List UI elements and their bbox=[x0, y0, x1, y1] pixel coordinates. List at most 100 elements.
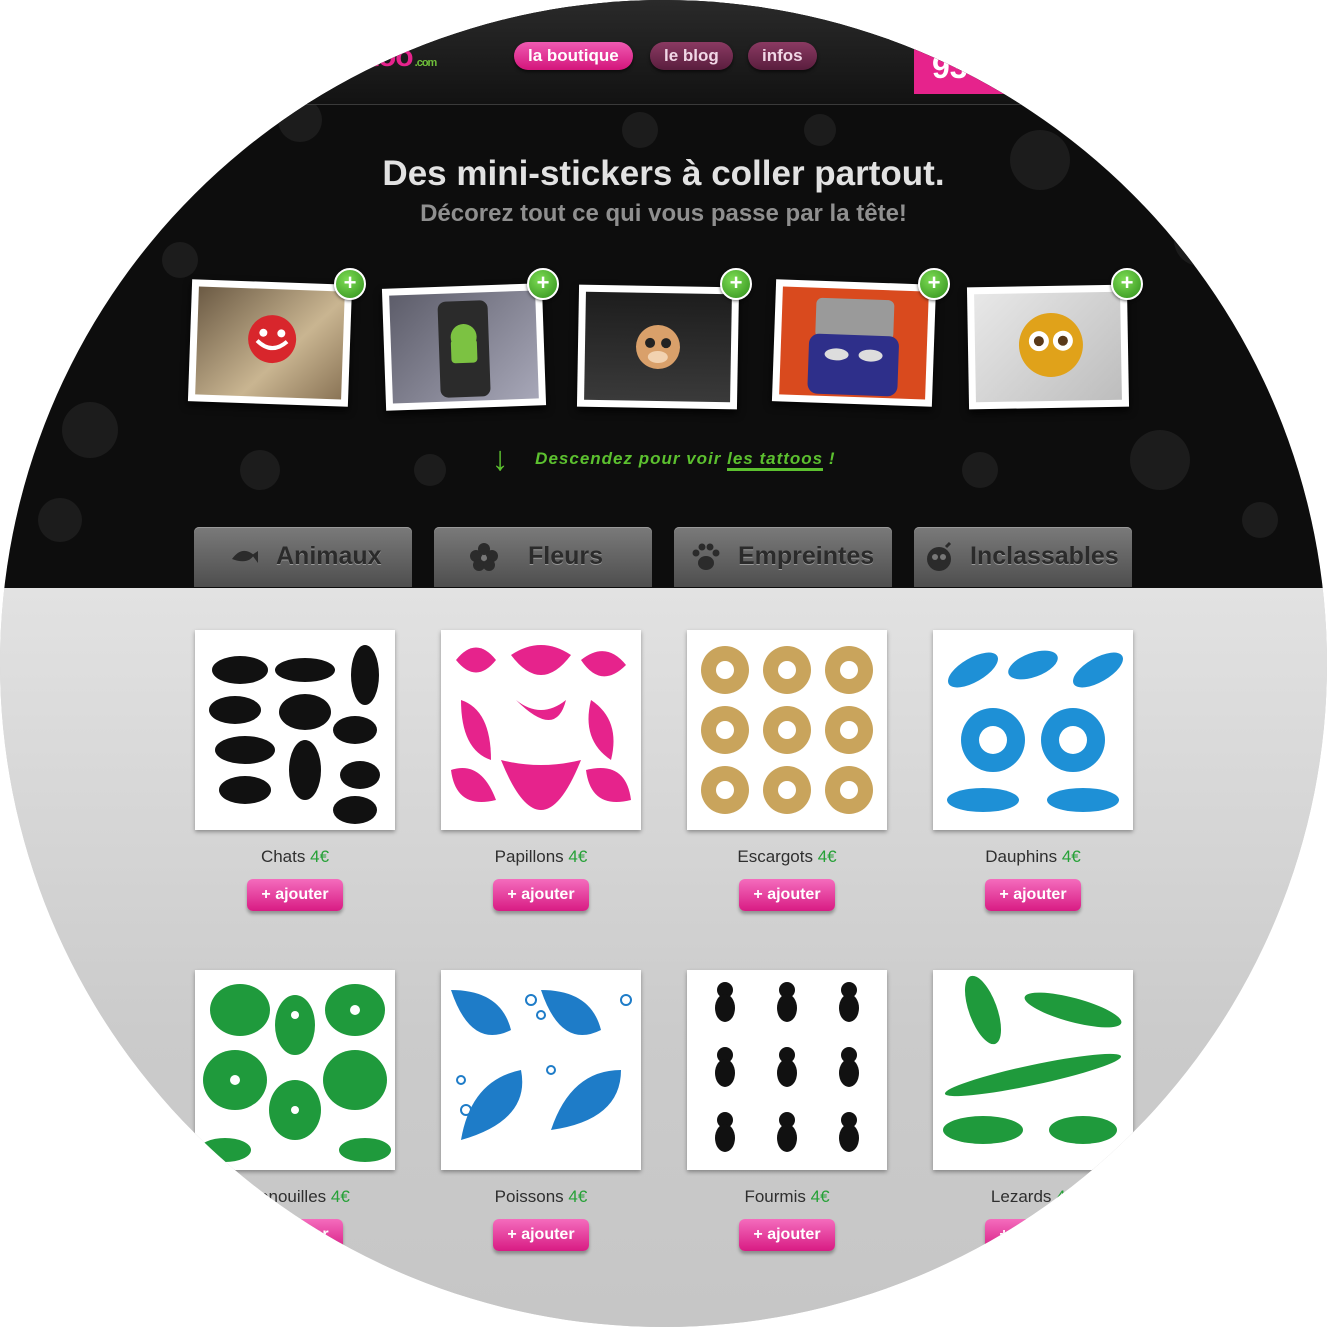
gallery-photo-monkey[interactable] bbox=[576, 284, 740, 410]
product-name: Escargots 4€ bbox=[687, 847, 887, 867]
product-card-escargots: Escargots 4€ + ajouter bbox=[687, 630, 887, 911]
product-card-papillons: Papillons 4€ + ajouter bbox=[441, 630, 641, 911]
scroll-hint-emph: les tattoos bbox=[727, 448, 824, 471]
add-to-cart-button[interactable]: + ajouter bbox=[739, 879, 835, 911]
cart-counter[interactable]: 93 bbox=[914, 40, 1024, 94]
product-name: Dauphins 4€ bbox=[933, 847, 1133, 867]
scroll-hint: ↓ Descendez pour voir les tattoos ! bbox=[0, 440, 1327, 479]
site-logo[interactable]: ttoo .com bbox=[360, 40, 438, 74]
product-name: Chats 4€ bbox=[195, 847, 395, 867]
product-name: Grenouilles 4€ bbox=[195, 1187, 395, 1207]
product-card-lezards: Lezards 4€ + ajouter bbox=[933, 970, 1133, 1251]
product-price: 4€ bbox=[810, 1187, 830, 1206]
tab-inclassables[interactable]: Inclassables bbox=[914, 527, 1132, 587]
product-title: Poissons bbox=[494, 1187, 564, 1206]
logo-suffix: .com bbox=[414, 57, 438, 69]
tab-label: Inclassables bbox=[970, 542, 1119, 570]
down-arrow-icon: ↓ bbox=[491, 440, 510, 478]
phone-photo bbox=[389, 290, 539, 404]
owl-sticker-icon bbox=[1018, 312, 1083, 377]
product-price: 4€ bbox=[330, 1187, 350, 1206]
gallery-plus-4[interactable]: + bbox=[918, 268, 950, 300]
tab-label: Empreintes bbox=[738, 542, 875, 570]
product-title: Fourmis bbox=[744, 1187, 806, 1206]
product-card-poissons: Poissons 4€ + ajouter bbox=[441, 970, 641, 1251]
product-image[interactable] bbox=[933, 630, 1133, 830]
product-price: 4€ bbox=[310, 847, 330, 866]
butterfly-stickers-icon bbox=[451, 645, 631, 810]
flower-icon bbox=[470, 543, 498, 571]
tab-label: Animaux bbox=[276, 542, 382, 570]
product-title: Escargots bbox=[737, 847, 813, 866]
product-image[interactable] bbox=[687, 970, 887, 1170]
devil-sticker-icon bbox=[248, 315, 297, 364]
monkey-sticker-icon bbox=[636, 325, 680, 370]
gallery-photo-owl[interactable] bbox=[966, 284, 1130, 410]
laptop-photo bbox=[195, 286, 345, 400]
logo-text: ttoo bbox=[360, 40, 414, 73]
page-viewport: ttoo .com la boutique le blog infos 93 De… bbox=[0, 0, 1327, 1327]
product-name: Papillons 4€ bbox=[441, 847, 641, 867]
product-name: Lezards 4€ bbox=[933, 1187, 1133, 1207]
gallery-photo-phone[interactable] bbox=[381, 283, 547, 411]
add-to-cart-button[interactable]: + ajouter bbox=[493, 879, 589, 911]
product-image[interactable] bbox=[195, 630, 395, 830]
nav-le-blog[interactable]: le blog bbox=[650, 42, 733, 70]
product-title: Chats bbox=[260, 847, 306, 866]
add-to-cart-button[interactable]: + ajouter bbox=[247, 879, 343, 911]
product-card-fourmis: Fourmis 4€ + ajouter bbox=[687, 970, 887, 1251]
fish-stickers-icon bbox=[451, 990, 632, 1140]
gallery-photo-console[interactable] bbox=[771, 279, 937, 407]
product-image[interactable] bbox=[195, 970, 395, 1170]
add-to-cart-button[interactable]: + ajouter bbox=[985, 1219, 1081, 1251]
product-card-dauphins: Dauphins 4€ + ajouter bbox=[933, 630, 1133, 911]
dolphin-stickers-icon bbox=[947, 650, 1123, 812]
product-card-chats: Chats 4€ + ajouter bbox=[195, 630, 395, 911]
fish-icon bbox=[232, 550, 258, 563]
scroll-hint-prefix: Descendez pour voir bbox=[535, 448, 722, 468]
add-to-cart-button[interactable]: + ajouter bbox=[985, 879, 1081, 911]
product-price: 4€ bbox=[1061, 847, 1081, 866]
scroll-hint-suffix: ! bbox=[828, 448, 836, 468]
product-image[interactable] bbox=[933, 970, 1133, 1170]
tab-label: Fleurs bbox=[528, 542, 604, 570]
face-sticker-icon bbox=[807, 297, 899, 397]
product-image[interactable] bbox=[441, 970, 641, 1170]
owl-photo bbox=[974, 291, 1122, 403]
add-to-cart-button[interactable]: + ajouter bbox=[493, 1219, 589, 1251]
nav-la-boutique[interactable]: la boutique bbox=[514, 42, 633, 70]
snail-stickers-icon bbox=[701, 646, 873, 814]
product-title: Dauphins bbox=[985, 847, 1058, 866]
gallery-plus-3[interactable]: + bbox=[720, 268, 752, 300]
android-sticker-icon bbox=[437, 300, 491, 398]
device-photo bbox=[584, 291, 732, 403]
add-to-cart-button[interactable]: + ajouter bbox=[739, 1219, 835, 1251]
paw-icon bbox=[692, 543, 720, 570]
tab-animaux[interactable]: Animaux bbox=[194, 527, 412, 587]
site-header: ttoo .com la boutique le blog infos 93 bbox=[0, 0, 1327, 105]
product-price: 4€ bbox=[568, 1187, 588, 1206]
gallery-plus-1[interactable]: + bbox=[334, 268, 366, 300]
add-to-cart-button[interactable]: + ajouter bbox=[247, 1219, 343, 1251]
product-name: Poissons 4€ bbox=[441, 1187, 641, 1207]
product-image[interactable] bbox=[441, 630, 641, 830]
bomb-icon bbox=[927, 541, 952, 571]
tab-empreintes[interactable]: Empreintes bbox=[674, 527, 892, 587]
hero-title: Des mini-stickers à coller partout. bbox=[382, 154, 945, 193]
ant-stickers-icon bbox=[715, 982, 859, 1152]
product-price: 4€ bbox=[568, 847, 588, 866]
product-price: 4€ bbox=[817, 847, 837, 866]
console-photo bbox=[779, 286, 929, 400]
product-price: 4€ bbox=[1056, 1187, 1076, 1206]
tab-fleurs[interactable]: Fleurs bbox=[434, 527, 652, 587]
product-title: Grenouilles bbox=[240, 1187, 327, 1206]
product-image[interactable] bbox=[687, 630, 887, 830]
gallery-plus-2[interactable]: + bbox=[527, 268, 559, 300]
nav-infos[interactable]: infos bbox=[748, 42, 817, 70]
gallery-photo-laptop[interactable] bbox=[187, 279, 353, 407]
gallery-plus-5[interactable]: + bbox=[1111, 268, 1143, 300]
cat-stickers-icon bbox=[209, 645, 380, 824]
dark-hero-section: ttoo .com la boutique le blog infos 93 De… bbox=[0, 0, 1327, 588]
product-title: Papillons bbox=[494, 847, 564, 866]
hero-subtitle: Décorez tout ce qui vous passe par la tê… bbox=[420, 200, 907, 227]
